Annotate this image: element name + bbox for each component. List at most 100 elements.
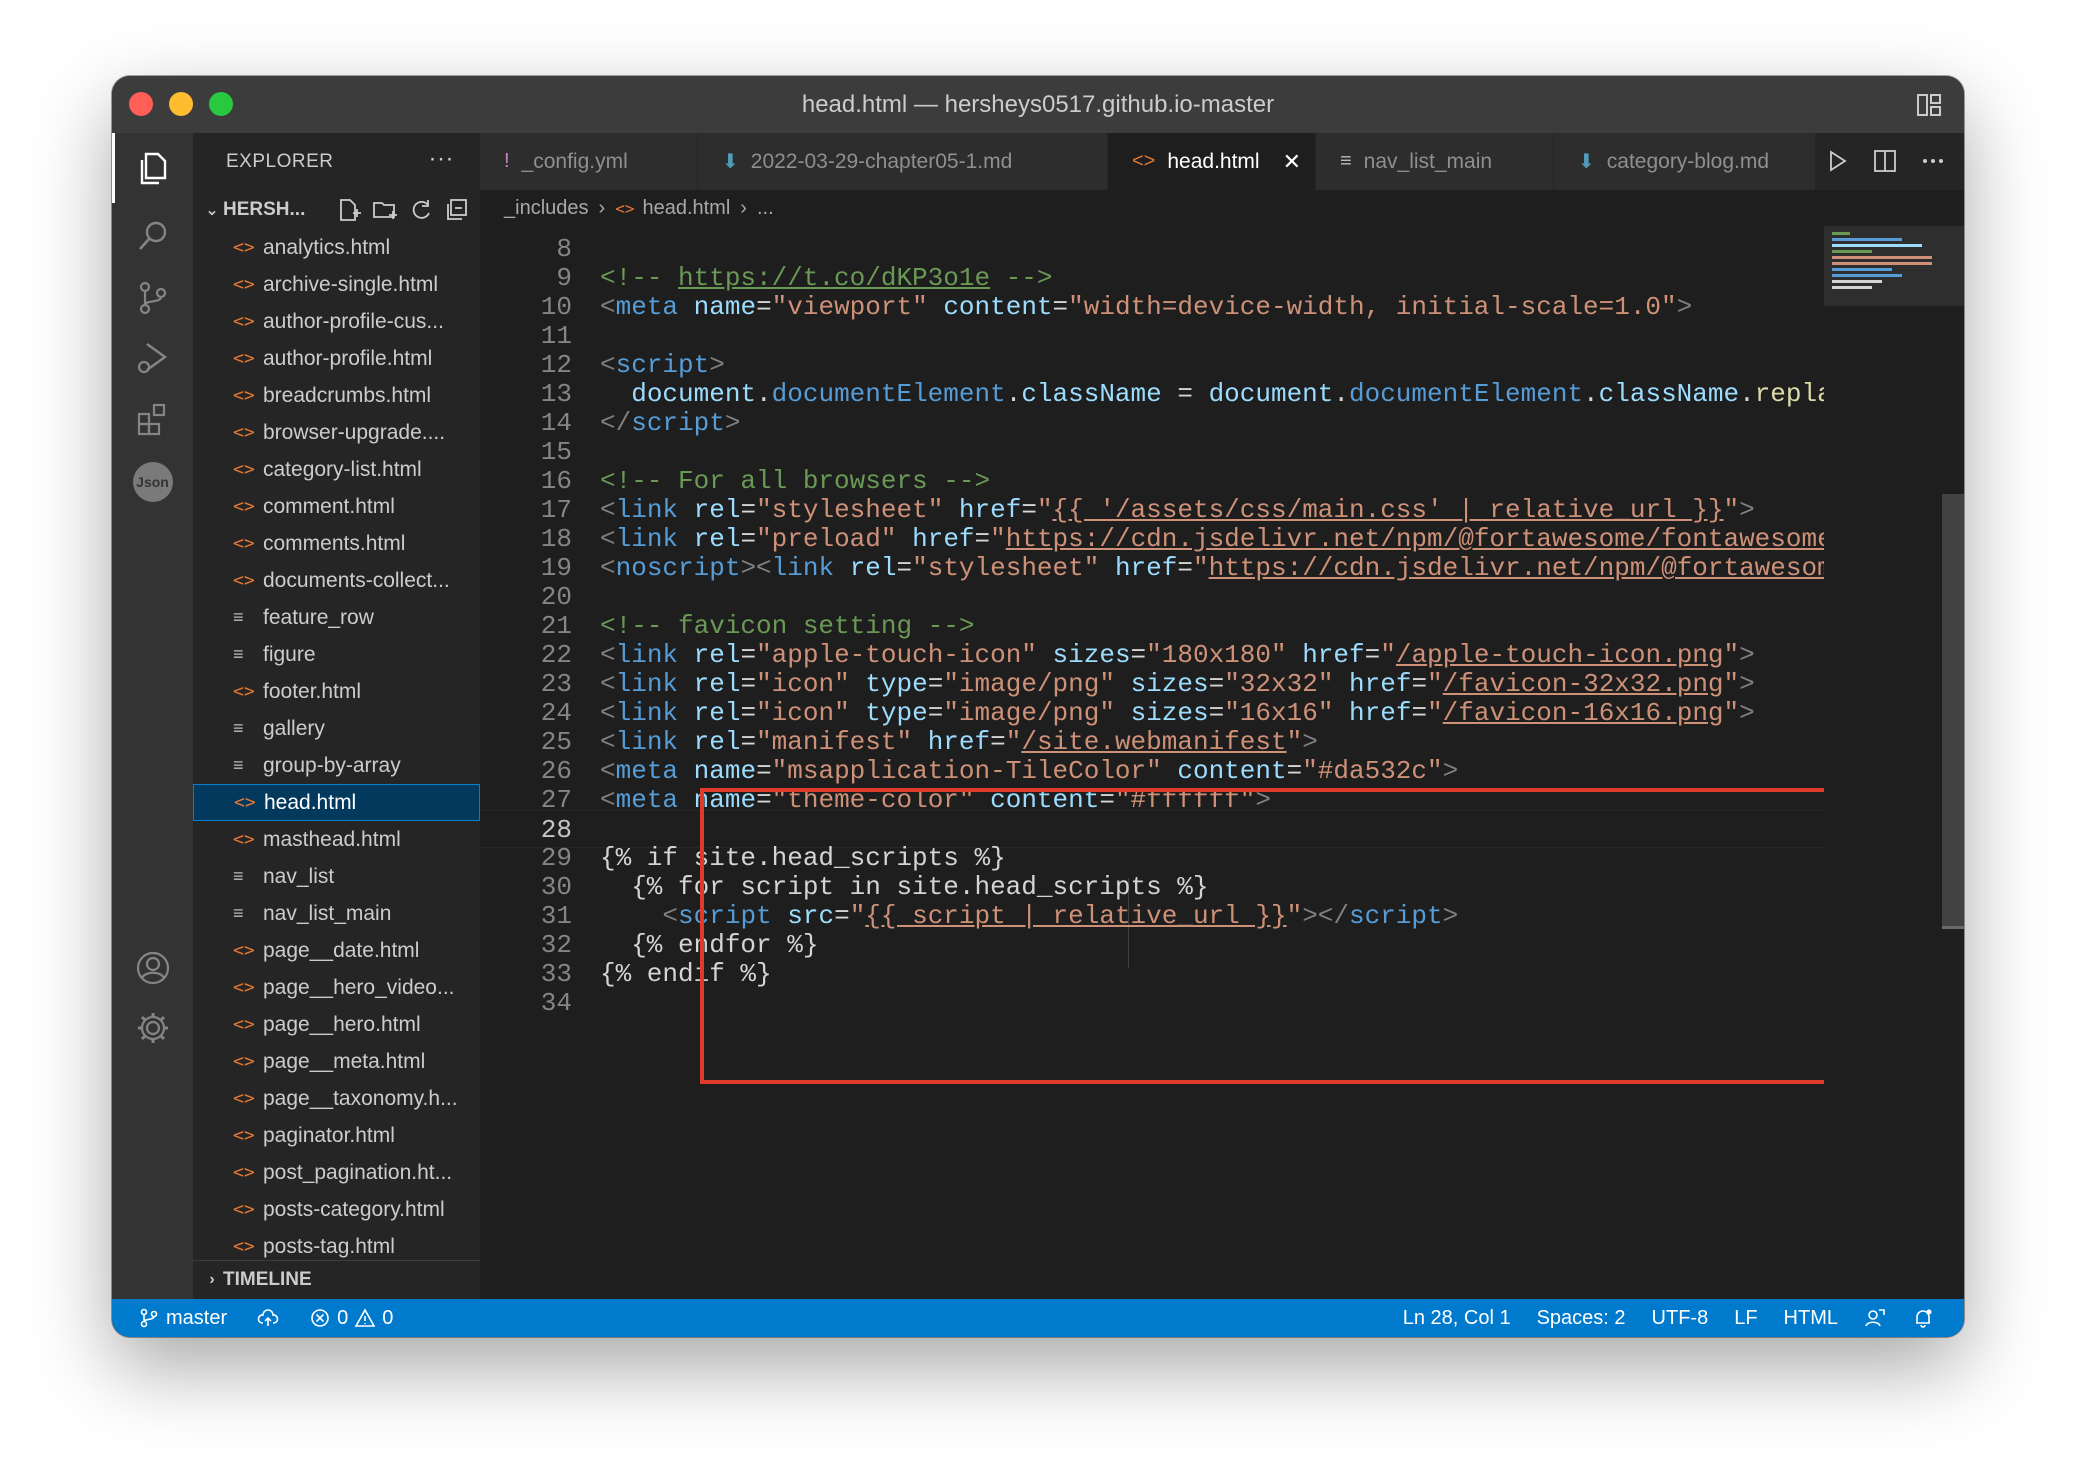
file-item[interactable]: <> paginator.html [193,1117,480,1154]
html-file-icon: <> [233,311,255,332]
sync-status[interactable] [257,1307,279,1329]
activity-bar: Json [112,133,193,1299]
html-file-icon: <> [615,198,635,218]
extensions-activity[interactable] [112,385,193,455]
file-item[interactable]: <> comments.html [193,525,480,562]
customize-layout-icon[interactable] [1916,92,1942,118]
indentation[interactable]: Spaces: 2 [1537,1307,1626,1330]
file-item[interactable]: <> page__date.html [193,932,480,969]
new-file-icon[interactable] [336,197,362,223]
file-item[interactable]: <> browser-upgrade.... [193,414,480,451]
timeline-section[interactable]: › TIMELINE [193,1260,480,1299]
file-item[interactable]: <> posts-category.html [193,1191,480,1228]
extensions-icon [137,403,165,436]
file-item[interactable]: <> author-profile.html [193,340,480,377]
code-editor[interactable]: 8 9 <!-- https://t.co/dKP3o1e --> 10 <meta n… [480,226,1824,1299]
breadcrumb-separator: › [598,196,606,219]
workspace-folder[interactable]: ⌄ HERSH... [193,191,480,229]
manage-activity[interactable] [112,993,193,1063]
run-debug-icon [137,343,167,374]
branch-name: master [166,1306,228,1329]
file-item[interactable]: <> page__taxonomy.h... [193,1080,480,1117]
status-bar: master 0 0 Ln 28, Col 1 Spaces: 2 UTF-8 … [112,1299,1964,1337]
file-item[interactable]: <> page__meta.html [193,1043,480,1080]
file-item[interactable]: <> category-list.html [193,451,480,488]
cursor-position[interactable]: Ln 28, Col 1 [1403,1307,1511,1330]
file-item[interactable]: <> head.html [193,784,480,821]
editor-tab[interactable]: ≡ nav_list_main [1316,133,1554,190]
minimap-line [1832,256,1932,259]
git-branch-icon [140,1308,158,1328]
file-name: masthead.html [263,827,401,851]
breadcrumb-more[interactable]: ... [757,197,774,220]
file-item[interactable]: ≡ nav_list_main [193,895,480,932]
breadcrumb-folder[interactable]: _includes [504,197,589,220]
file-item[interactable]: <> analytics.html [193,229,480,266]
file-item[interactable]: <> breadcrumbs.html [193,377,480,414]
file-item[interactable]: ≡ feature_row [193,599,480,636]
file-item[interactable]: ≡ figure [193,636,480,673]
html-file-icon: <> [233,459,255,480]
run-debug-activity[interactable] [112,323,193,393]
branch-status[interactable]: master [138,1307,227,1330]
encoding[interactable]: UTF-8 [1652,1307,1709,1330]
file-name: page__taxonomy.h... [263,1086,458,1110]
file-item[interactable]: <> masthead.html [193,821,480,858]
editor-tab[interactable]: ⬇ category-blog.md [1554,133,1816,190]
more-actions-icon[interactable]: ··· [429,145,454,173]
refresh-icon[interactable] [408,197,434,223]
file-item[interactable]: <> post_pagination.ht... [193,1154,480,1191]
editor-tab[interactable]: ! _config.yml [480,133,698,190]
file-item[interactable]: <> page__hero.html [193,1006,480,1043]
maximize-window-button[interactable] [209,92,233,116]
file-item[interactable]: ≡ nav_list [193,858,480,895]
file-name: post_pagination.ht... [263,1160,453,1184]
folder-actions [336,197,470,223]
feedback-icon[interactable] [1864,1307,1886,1329]
text-file-icon: ≡ [233,755,244,775]
minimap[interactable] [1824,226,1964,1299]
run-icon[interactable] [1824,148,1850,174]
html-file-icon: <> [233,977,255,998]
split-editor-icon[interactable] [1872,148,1898,174]
json-extension-activity[interactable]: Json [112,447,193,517]
tab-file-icon: ⬇ [1578,151,1595,173]
html-file-icon: <> [233,1236,255,1257]
file-name: comment.html [263,494,395,518]
tab-file-icon: ≡ [1340,150,1352,172]
file-item[interactable]: ≡ gallery [193,710,480,747]
tab-file-icon: ⬇ [722,151,739,173]
more-icon[interactable] [1920,148,1946,174]
editor-tab[interactable]: ⬇ 2022-03-29-chapter05-1.md [698,133,1108,190]
file-item[interactable]: <> documents-collect... [193,562,480,599]
tab-label: 2022-03-29-chapter05-1.md [750,149,1013,173]
file-name: figure [263,642,316,666]
source-control-icon [139,281,166,315]
explorer-activity[interactable] [112,133,193,203]
end-of-line[interactable]: LF [1734,1307,1757,1330]
text-file-icon: ≡ [233,866,244,886]
editor-tab[interactable]: <> head.html ✕ [1108,133,1316,190]
editor-actions [1824,148,1946,174]
minimize-window-button[interactable] [169,92,193,116]
collapse-all-icon[interactable] [444,197,470,223]
breadcrumb-file[interactable]: head.html [642,197,730,220]
close-tab-icon[interactable]: ✕ [1283,149,1301,175]
new-folder-icon[interactable] [372,197,398,223]
file-item[interactable]: <> author-profile-cus... [193,303,480,340]
problems-status[interactable]: 0 0 [309,1307,393,1330]
file-item[interactable]: ≡ group-by-array [193,747,480,784]
file-item[interactable]: <> page__hero_video... [193,969,480,1006]
notifications-bell-icon[interactable] [1912,1307,1934,1329]
code-line[interactable]: 34 [480,984,1824,1022]
file-item[interactable]: <> archive-single.html [193,266,480,303]
language-mode[interactable]: HTML [1784,1307,1838,1330]
explorer-sidebar: EXPLORER ··· ⌄ HERSH... <> analytics.htm… [193,133,480,1299]
html-file-icon: <> [233,1125,255,1146]
file-item[interactable]: <> footer.html [193,673,480,710]
file-name: author-profile.html [263,346,433,370]
vertical-scrollbar[interactable] [1942,494,1964,926]
file-item[interactable]: <> comment.html [193,488,480,525]
search-activity[interactable] [112,201,193,271]
close-window-button[interactable] [129,92,153,116]
